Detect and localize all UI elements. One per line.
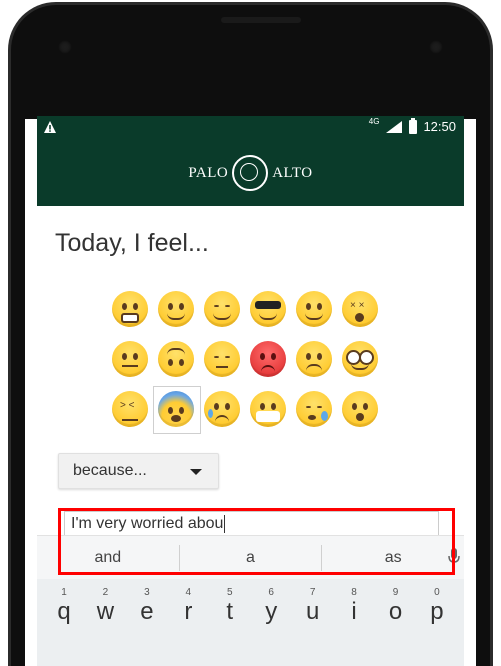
crying-face-icon[interactable]: [204, 391, 240, 427]
annotation-highlight-box: [58, 508, 455, 575]
app-screen: 4G 12:50 PALO ALTO Today, I feel... × ×: [37, 116, 464, 666]
key-letter: p: [430, 598, 444, 625]
app-header: PALO ALTO: [37, 140, 464, 206]
network-type-label: 4G: [368, 117, 380, 126]
key-letter: o: [388, 598, 403, 625]
smiling-face-with-sunglasses-icon[interactable]: [250, 291, 286, 327]
hushed-face-icon[interactable]: [342, 391, 378, 427]
earpiece-speaker: [221, 17, 301, 23]
key-p[interactable]: 0p: [418, 587, 456, 625]
logo-text-right: ALTO: [272, 164, 313, 181]
key-letter: r: [184, 598, 193, 625]
sleepy-face-icon[interactable]: [296, 391, 332, 427]
emoji-row: × ×: [112, 291, 382, 327]
nerd-face-icon[interactable]: [342, 341, 378, 377]
face-with-medical-mask-icon[interactable]: [250, 391, 286, 427]
anxious-face-with-sweat-icon[interactable]: [153, 386, 201, 434]
reason-dropdown[interactable]: because...: [58, 453, 219, 489]
logo-text-left: PALO: [188, 164, 229, 181]
key-letter: e: [140, 598, 154, 625]
dizzy-face-icon[interactable]: × ×: [342, 291, 378, 327]
selected-emoji-frame: [153, 386, 201, 434]
key-o[interactable]: 9o: [377, 587, 415, 625]
hugging-face-icon[interactable]: [296, 291, 332, 327]
pensive-face-icon[interactable]: [204, 341, 240, 377]
key-letter: w: [96, 598, 115, 625]
status-indicators: 4G 12:50: [368, 117, 456, 134]
phone-top-bezel: [8, 2, 493, 119]
key-letter: t: [226, 598, 234, 625]
status-bar: 4G 12:50: [37, 116, 464, 140]
school-seal-logo: [232, 155, 269, 191]
front-camera-icon: [58, 40, 72, 54]
key-letter: y: [265, 598, 278, 625]
signal-icon: [386, 120, 403, 133]
emoji-row: > <: [112, 386, 382, 434]
warning-icon: [44, 121, 56, 133]
relieved-face-icon[interactable]: [204, 291, 240, 327]
emoji-grid: × × > <: [112, 291, 382, 441]
key-letter: u: [305, 598, 320, 625]
proximity-sensor-icon: [429, 40, 443, 54]
emoji-row: [112, 341, 382, 377]
phone-left-bezel: [8, 110, 25, 666]
key-u[interactable]: 7u: [294, 587, 332, 625]
dropdown-label: because...: [73, 462, 147, 479]
soft-keyboard: 1q 2w 3e 4r 5t 6y 7u 8i 9o 0p: [37, 579, 464, 666]
upside-down-face-icon[interactable]: [158, 341, 194, 377]
keyboard-top-row: 1q 2w 3e 4r 5t 6y 7u 8i 9o 0p: [45, 587, 456, 625]
page-title: Today, I feel...: [55, 229, 209, 257]
key-letter: q: [57, 598, 71, 625]
confounded-face-icon[interactable]: > <: [112, 391, 148, 427]
battery-icon: [409, 117, 418, 134]
slightly-smiling-face-icon[interactable]: [158, 291, 194, 327]
chevron-down-icon: [190, 469, 202, 475]
key-i[interactable]: 8i: [335, 587, 373, 625]
key-q[interactable]: 1q: [45, 587, 83, 625]
phone-right-bezel: [476, 110, 493, 666]
key-t[interactable]: 5t: [211, 587, 249, 625]
status-time: 12:50: [423, 119, 456, 134]
neutral-face-icon[interactable]: [112, 341, 148, 377]
pouting-face-icon[interactable]: [250, 341, 286, 377]
grimacing-face-icon[interactable]: [112, 291, 148, 327]
key-y[interactable]: 6y: [252, 587, 290, 625]
phone-frame: 4G 12:50 PALO ALTO Today, I feel... × ×: [0, 0, 501, 666]
key-e[interactable]: 3e: [128, 587, 166, 625]
key-w[interactable]: 2w: [86, 587, 124, 625]
frowning-face-icon[interactable]: [296, 341, 332, 377]
key-r[interactable]: 4r: [169, 587, 207, 625]
key-letter: i: [351, 598, 357, 625]
